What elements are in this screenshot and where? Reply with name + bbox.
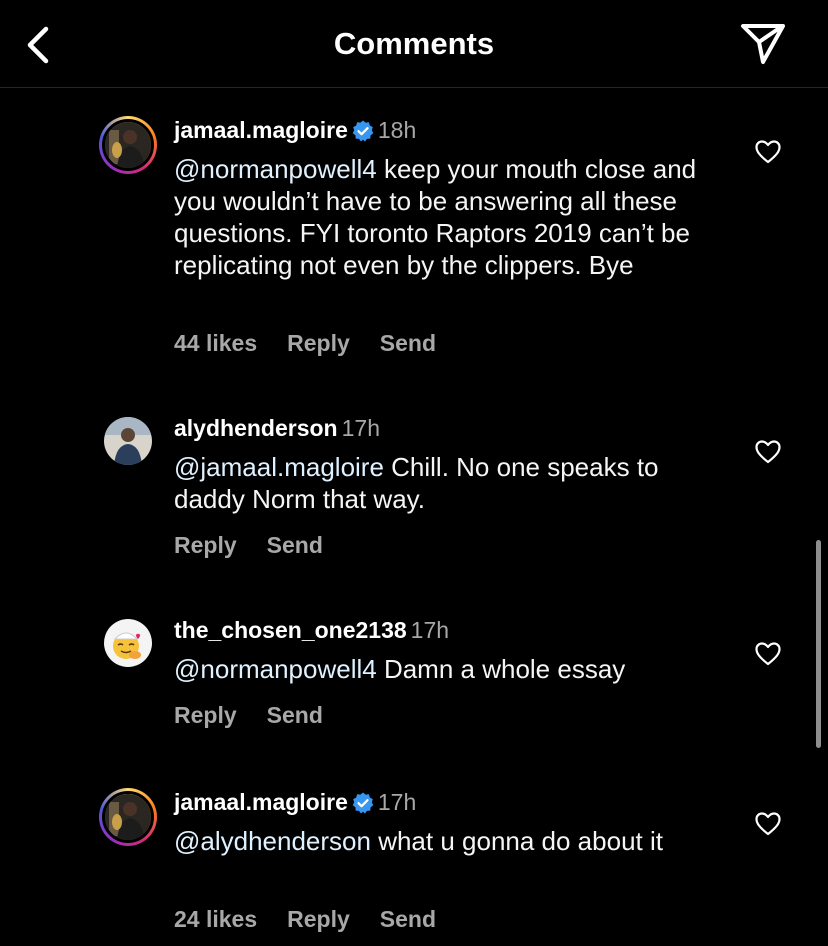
comment-header: alydhenderson 17h: [174, 414, 380, 442]
username[interactable]: jamaal.magloire: [174, 117, 348, 143]
likes-count[interactable]: 24 likes: [174, 906, 257, 932]
profile-photo: [105, 122, 151, 168]
header-bar: Comments: [0, 0, 828, 88]
username[interactable]: jamaal.magloire: [174, 789, 348, 815]
send-button[interactable]: Send: [267, 702, 323, 728]
username[interactable]: the_chosen_one2138: [174, 617, 407, 643]
comment-actions: 24 likes Reply Send: [174, 906, 466, 933]
likes-count[interactable]: 44 likes: [174, 330, 257, 356]
reply-button[interactable]: Reply: [174, 702, 237, 728]
scrollbar[interactable]: [816, 540, 821, 748]
comment-text: @jamaal.magloire Chill. No one speaks to…: [174, 451, 719, 515]
profile-photo: [104, 417, 152, 465]
paper-plane-icon[interactable]: [740, 22, 786, 66]
page-title: Comments: [333, 26, 495, 61]
comment-actions: 44 likes Reply Send: [174, 330, 466, 357]
mention-link[interactable]: @normanpowell4: [174, 154, 377, 184]
comment-body: what u gonna do about it: [370, 826, 663, 856]
comment-header: jamaal.magloire 17h: [174, 788, 416, 816]
heart-icon[interactable]: [755, 642, 781, 666]
comment-actions: Reply Send: [174, 532, 353, 559]
verified-badge-icon: [352, 120, 374, 142]
send-button[interactable]: Send: [267, 532, 323, 558]
avatar[interactable]: [99, 116, 157, 174]
reply-button[interactable]: Reply: [287, 906, 350, 932]
heart-icon[interactable]: [755, 812, 781, 836]
send-button[interactable]: Send: [380, 330, 436, 356]
timestamp: 17h: [410, 617, 450, 643]
comment-header: the_chosen_one2138 17h: [174, 616, 449, 644]
comment-actions: Reply Send: [174, 702, 353, 729]
comment-header: jamaal.magloire 18h: [174, 116, 416, 144]
mention-link[interactable]: @jamaal.magloire: [174, 452, 384, 482]
reply-button[interactable]: Reply: [287, 330, 350, 356]
heart-icon[interactable]: [755, 140, 781, 164]
timestamp: 17h: [341, 415, 380, 441]
profile-photo: [105, 794, 151, 840]
mention-link[interactable]: @alydhenderson: [174, 826, 371, 856]
verified-badge-icon: [352, 792, 374, 814]
reply-button[interactable]: Reply: [174, 532, 237, 558]
comment-body: Damn a whole essay: [376, 654, 626, 684]
profile-photo: [104, 619, 152, 667]
comment-text: @alydhenderson what u gonna do about it: [174, 825, 719, 857]
timestamp: 18h: [377, 117, 417, 143]
comment-text: @normanpowell4 keep your mouth close and…: [174, 153, 719, 281]
mention-link[interactable]: @normanpowell4: [174, 654, 377, 684]
avatar[interactable]: [99, 788, 157, 846]
heart-icon[interactable]: [755, 440, 781, 464]
send-button[interactable]: Send: [380, 906, 436, 932]
avatar[interactable]: [104, 417, 152, 465]
avatar[interactable]: [104, 619, 152, 667]
username[interactable]: alydhenderson: [174, 415, 338, 441]
timestamp: 17h: [377, 789, 417, 815]
comment-text: @normanpowell4 Damn a whole essay: [174, 653, 719, 685]
